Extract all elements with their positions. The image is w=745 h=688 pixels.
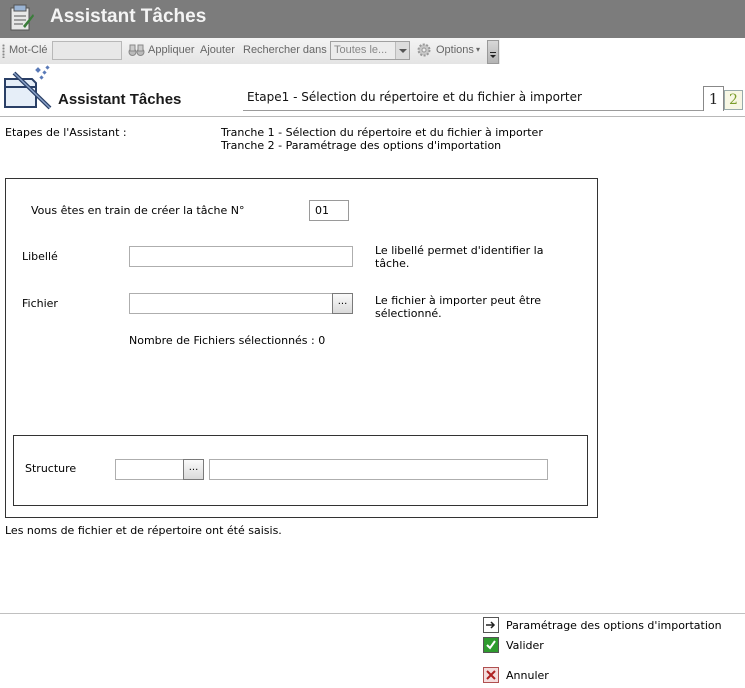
libelle-label: Libellé	[22, 250, 58, 263]
toolbar: Mot-Clé Appliquer Ajouter Rechercher dan…	[0, 38, 500, 64]
wizard-wand-icon	[4, 65, 52, 110]
app-title: Assistant Tâches	[50, 6, 207, 27]
structure-browse-button[interactable]: ...	[183, 459, 204, 480]
fichier-help: Le fichier à importer peut être	[375, 294, 541, 307]
next-step-button[interactable]: Paramétrage des options d'importation	[506, 619, 722, 632]
close-icon[interactable]	[483, 667, 499, 683]
structure-code-input[interactable]	[115, 459, 184, 480]
add-button[interactable]: Ajouter	[200, 44, 235, 56]
task-wizard-app-icon	[10, 4, 34, 31]
fichier-input[interactable]	[129, 293, 333, 314]
keyword-label: Mot-Clé	[9, 44, 48, 56]
libelle-input[interactable]	[129, 246, 353, 267]
keyword-input[interactable]	[52, 41, 122, 60]
arrow-right-icon[interactable]	[483, 617, 499, 633]
libelle-help: Le libellé permet d'identifier la	[375, 244, 544, 257]
search-scope-select[interactable]: Toutes le...	[330, 41, 410, 60]
structure-description-field	[209, 459, 548, 480]
search-scope-value: Toutes le...	[334, 44, 388, 56]
divider	[243, 110, 703, 111]
task-number-label: Vous êtes en train de créer la tâche N°	[31, 204, 245, 217]
toolbar-overflow-button[interactable]	[487, 40, 499, 64]
files-selected-count: Nombre de Fichiers sélectionnés : 0	[129, 334, 326, 347]
toolbar-grip[interactable]	[2, 44, 5, 58]
options-menu[interactable]: Options	[436, 44, 474, 56]
cancel-button[interactable]: Annuler	[506, 669, 549, 682]
search-in-label: Rechercher dans	[243, 44, 327, 56]
fichier-browse-button[interactable]: ...	[332, 293, 353, 314]
steps-label: Etapes de l'Assistant :	[5, 126, 127, 139]
divider	[0, 116, 745, 117]
structure-label: Structure	[25, 462, 77, 475]
fichier-help-cont: sélectionné.	[375, 307, 442, 320]
chevron-down-icon[interactable]	[395, 42, 409, 59]
wizard-title: Assistant Tâches	[58, 91, 182, 108]
divider	[0, 613, 745, 614]
step-tab-1[interactable]: 1	[703, 86, 724, 111]
status-message: Les noms de fichier et de répertoire ont…	[5, 524, 282, 537]
fichier-label: Fichier	[22, 297, 58, 310]
libelle-help-cont: tâche.	[375, 257, 410, 270]
step-item-2: Tranche 2 - Paramétrage des options d'im…	[221, 139, 502, 152]
step-tab-2[interactable]: 2	[724, 90, 743, 110]
step-title: Etape1 - Sélection du répertoire et du f…	[247, 90, 582, 104]
apply-button[interactable]: Appliquer	[148, 44, 194, 56]
options-dropdown-icon[interactable]: ▾	[476, 45, 480, 54]
binoculars-icon[interactable]	[128, 43, 145, 57]
task-number-field[interactable]: 01	[309, 200, 349, 221]
check-icon[interactable]	[483, 637, 499, 653]
gear-icon[interactable]	[416, 42, 432, 58]
step-item-1: Tranche 1 - Sélection du répertoire et d…	[221, 126, 543, 139]
validate-button[interactable]: Valider	[506, 639, 544, 652]
title-bar: Assistant Tâches	[0, 0, 745, 38]
